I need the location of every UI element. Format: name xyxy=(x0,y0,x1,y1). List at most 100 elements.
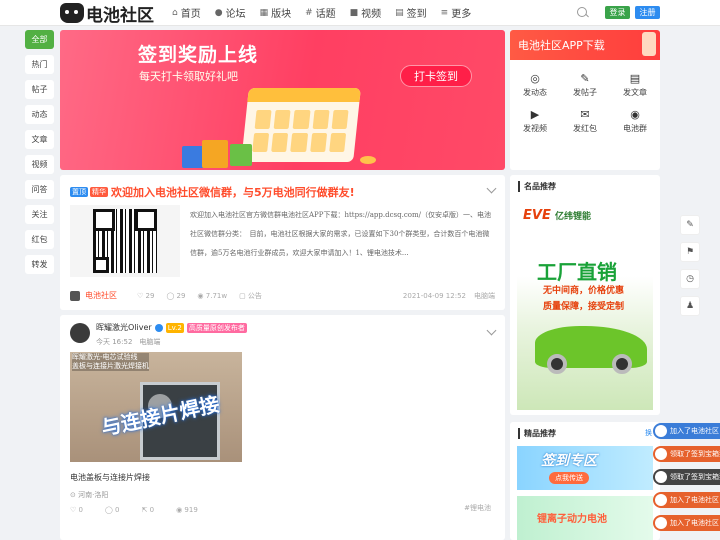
shirt-icon[interactable]: ♟ xyxy=(680,296,700,316)
action-label: 发红包 xyxy=(573,124,597,133)
notification-item[interactable]: 加入了电池社区 xyxy=(653,423,720,439)
edit-icon: ✎ xyxy=(580,72,590,85)
action-label: 电池群 xyxy=(623,124,647,133)
notification-text: 加入了电池社区 xyxy=(670,519,719,527)
post-source: 电脑端 xyxy=(474,291,495,300)
post-thread-button[interactable]: ✎ 发帖子 xyxy=(560,72,610,98)
qr-code-image xyxy=(70,205,180,277)
source-value: 电脑端 xyxy=(139,338,161,346)
ad-headline: 工厂直销 xyxy=(537,260,617,284)
avatar xyxy=(655,471,667,483)
banner-button[interactable]: 点我传送 xyxy=(549,472,589,484)
calendar-icon: ▤ xyxy=(395,7,404,18)
nav-checkin[interactable]: ▤ 签到 xyxy=(395,0,427,25)
author-name[interactable]: 晖耀激光Oliver xyxy=(96,322,152,333)
category-posts[interactable]: 帖子 xyxy=(25,80,54,99)
category-redpacket[interactable]: 红包 xyxy=(25,230,54,249)
register-button[interactable]: 注册 xyxy=(635,6,660,19)
category-hot[interactable]: 热门 xyxy=(25,55,54,74)
like-value: 0 xyxy=(78,506,83,514)
site-logo[interactable]: 电池社区 xyxy=(60,2,154,26)
avatar[interactable] xyxy=(70,290,80,301)
like-count[interactable]: ♡ 29 xyxy=(137,292,154,300)
section-title: 名品推荐 xyxy=(518,181,556,192)
category-all[interactable]: 全部 xyxy=(25,30,54,49)
top-header: 电池社区 ⌂ 首页 ● 论坛 ▦ 版块 # 话题 ■ 视频 ▤ 签到 ≡ 更多 登录 注册 xyxy=(0,0,720,26)
caption-line: 晖耀激光-电芯试验线 xyxy=(72,353,138,361)
action-label: 发动态 xyxy=(523,88,547,97)
share-count[interactable]: ⇱ 0 xyxy=(142,506,155,514)
nav-label: 论坛 xyxy=(225,9,246,20)
avatar xyxy=(655,425,667,437)
checkin-button[interactable]: 打卡签到 xyxy=(400,65,472,87)
video-icon: ▶ xyxy=(530,108,540,121)
post-video-button[interactable]: ▶ 发视频 xyxy=(510,108,560,134)
post-title[interactable]: 欢迎加入电池社区微信群，与5万电池同行做群友! xyxy=(111,184,355,200)
category-videos[interactable]: 视频 xyxy=(25,155,54,174)
battery-banner[interactable]: 锂离子动力电池 xyxy=(517,496,653,540)
nav-topics[interactable]: # 话题 xyxy=(305,0,336,25)
login-button[interactable]: 登录 xyxy=(605,6,630,19)
notification-item[interactable]: 加入了电池社区 xyxy=(653,515,720,531)
video-post-card: 晖耀激光Oliver Lv.2 高质量原创发布者 今天 16:52 电脑端 晖耀… xyxy=(60,315,505,540)
nav-forum[interactable]: ● 论坛 xyxy=(215,0,246,25)
chevron-down-icon[interactable] xyxy=(486,183,497,194)
battery-logo-icon xyxy=(60,3,84,23)
gift-icon xyxy=(202,140,228,168)
view-value: 919 xyxy=(184,506,198,514)
category-sidebar: 全部 热门 帖子 动态 文章 视频 问答 关注 红包 转发 xyxy=(25,30,54,280)
category-articles[interactable]: 文章 xyxy=(25,130,54,149)
eve-advertisement[interactable]: EVE 亿纬锂能 工厂直销 无中间商，价格优惠 质量保障，接受定制 xyxy=(517,204,653,410)
avatar[interactable] xyxy=(70,323,90,343)
phone-icon xyxy=(642,32,656,56)
category-moments[interactable]: 动态 xyxy=(25,105,54,124)
post-excerpt[interactable]: 欢迎加入电池社区官方微信群电池社区APP下载：https://app.dcsq.… xyxy=(190,206,495,263)
battery-group-button[interactable]: ◉ 电池群 xyxy=(610,108,660,134)
view-value: 7.71w xyxy=(205,291,228,300)
post-moment-button[interactable]: ◎ 发动态 xyxy=(510,72,560,98)
notification-item[interactable]: 领取了签到宝箱奖励 xyxy=(653,446,720,462)
post-title[interactable]: 电池盖板与连接片焊接 xyxy=(70,472,150,483)
search-icon[interactable] xyxy=(577,7,587,17)
hash-icon: # xyxy=(305,7,313,18)
menu-icon: ≡ xyxy=(440,7,449,18)
avatar xyxy=(655,517,667,529)
home-icon: ⌂ xyxy=(172,7,178,18)
category-follow[interactable]: 关注 xyxy=(25,205,54,224)
wheel-image xyxy=(612,354,632,374)
activity-notifications: 加入了电池社区 领取了签到宝箱奖励 领取了签到宝箱奖励 加入了电池社区 加入了电… xyxy=(653,423,720,538)
flag-icon[interactable]: ⚑ xyxy=(680,242,700,262)
notification-item[interactable]: 领取了签到宝箱奖励 xyxy=(653,469,720,485)
notification-text: 加入了电池社区 xyxy=(670,427,719,435)
forum-icon: ● xyxy=(214,7,223,18)
level-badge: Lv.2 xyxy=(165,322,184,333)
refresh-link[interactable]: 换 xyxy=(645,428,652,438)
nav-boards[interactable]: ▦ 版块 xyxy=(260,0,292,25)
post-article-button[interactable]: ▤ 发文章 xyxy=(610,72,660,98)
video-thumbnail[interactable]: 晖耀激光-电芯试验线 盖板与连接片激光焊接机 与连接片焊接 xyxy=(70,352,242,462)
banner-subtitle: 每天打卡领取好礼吧 xyxy=(139,70,238,83)
nav-more[interactable]: ≡ 更多 xyxy=(441,0,472,25)
like-count[interactable]: ♡ 0 xyxy=(70,506,83,514)
author-badge: 高质量原创发布者 xyxy=(186,322,247,333)
ad-line: 无中间商，价格优惠 xyxy=(543,286,625,296)
post-time: 今天 16:52 电脑端 xyxy=(96,337,160,347)
comment-count[interactable]: ◯ 29 xyxy=(166,292,185,300)
checkin-banner[interactable]: 签到奖励上线 每天打卡领取好礼吧 打卡签到 xyxy=(60,30,505,170)
category-qa[interactable]: 问答 xyxy=(25,180,54,199)
author-name[interactable]: 电池社区 xyxy=(85,290,117,301)
notification-item[interactable]: 加入了电池社区 xyxy=(653,492,720,508)
nav-home[interactable]: ⌂ 首页 xyxy=(172,0,201,25)
chevron-down-icon[interactable] xyxy=(486,325,497,336)
app-download-header[interactable]: 电池社区APP下载 xyxy=(510,30,660,60)
category-repost[interactable]: 转发 xyxy=(25,255,54,274)
comment-count[interactable]: ◯ 0 xyxy=(105,506,120,514)
edit-icon[interactable]: ✎ xyxy=(680,215,700,235)
checkin-zone-banner[interactable]: 签到专区 点我传送 xyxy=(517,446,653,490)
redpacket-icon: ✉ xyxy=(580,108,590,121)
clock-icon[interactable]: ◷ xyxy=(680,269,700,289)
banner-title: 签到奖励上线 xyxy=(138,44,259,66)
comment-value: 29 xyxy=(176,291,186,300)
nav-video[interactable]: ■ 视频 xyxy=(350,0,382,25)
post-redpacket-button[interactable]: ✉ 发红包 xyxy=(560,108,610,134)
